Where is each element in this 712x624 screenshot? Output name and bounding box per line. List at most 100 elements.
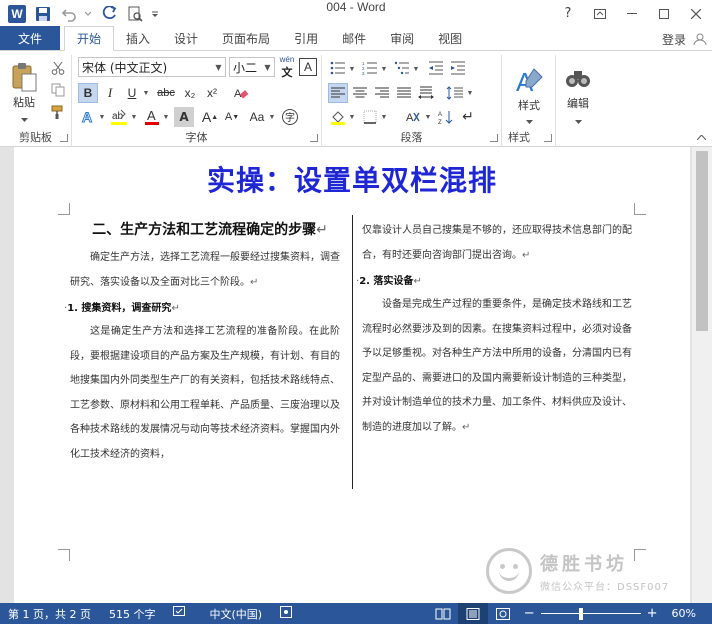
underline-dropdown-icon[interactable]: ▼ — [142, 87, 150, 99]
increase-indent-icon[interactable] — [448, 59, 468, 77]
sort-icon[interactable]: AZ — [436, 107, 456, 127]
tab-page-layout[interactable]: 页面布局 — [210, 26, 282, 50]
zoom-out-button[interactable]: − — [524, 606, 535, 621]
redo-icon[interactable] — [98, 3, 120, 25]
subscript-button[interactable]: x₂ — [180, 83, 200, 103]
styles-button[interactable]: A 样式 — [506, 59, 552, 119]
undo-icon[interactable] — [58, 3, 80, 25]
clear-formatting-icon[interactable]: A — [230, 83, 252, 103]
line-spacing-icon[interactable] — [444, 83, 466, 103]
align-center-icon[interactable] — [350, 83, 370, 103]
italic-button[interactable]: I — [100, 83, 120, 103]
macro-icon[interactable] — [280, 606, 293, 621]
show-marks-icon[interactable]: ↵ — [458, 107, 478, 127]
help-icon[interactable]: ? — [552, 0, 584, 27]
superscript-button[interactable]: x² — [202, 83, 222, 103]
change-case-dropdown-icon[interactable]: ▼ — [268, 111, 276, 123]
collapse-ribbon-icon[interactable] — [694, 132, 708, 142]
document-page[interactable]: 实操：设置单双栏混排 二、生产方法和工艺流程确定的步骤↵ 确定生产方法，选择工艺… — [14, 147, 690, 603]
line-spacing-dropdown-icon[interactable]: ▼ — [466, 87, 474, 99]
paste-dropdown-icon[interactable] — [18, 115, 30, 125]
align-right-icon[interactable] — [372, 83, 392, 103]
zoom-slider[interactable] — [540, 607, 641, 620]
language-status[interactable]: 中文(中国) — [209, 606, 262, 622]
strikethrough-button[interactable]: abc — [154, 83, 178, 103]
account-icon[interactable] — [692, 32, 708, 46]
chinese-layout-dropdown-icon[interactable]: ▼ — [424, 111, 432, 123]
multilevel-dropdown-icon[interactable]: ▼ — [412, 63, 420, 75]
bullets-icon[interactable] — [328, 59, 348, 77]
ribbon-display-icon[interactable] — [584, 0, 616, 27]
zoom-level[interactable]: 60% — [672, 607, 696, 620]
print-preview-icon[interactable] — [124, 3, 146, 25]
chinese-layout-icon[interactable]: A — [402, 107, 424, 127]
zoom-slider-thumb[interactable] — [578, 607, 583, 620]
customize-qat-icon[interactable] — [150, 3, 160, 25]
cut-icon[interactable] — [48, 59, 68, 77]
shading-icon[interactable] — [328, 107, 348, 127]
styles-dropdown-icon[interactable] — [523, 117, 535, 127]
page-count[interactable]: 第 1 页，共 2 页 — [8, 606, 91, 622]
font-launcher-icon[interactable] — [310, 134, 318, 142]
char-border-button[interactable]: A — [299, 58, 317, 76]
bullets-dropdown-icon[interactable]: ▼ — [348, 63, 356, 75]
shading-dropdown-icon[interactable]: ▼ — [348, 111, 356, 123]
login-link[interactable]: 登录 — [662, 27, 686, 51]
close-icon[interactable] — [680, 0, 712, 27]
tab-insert[interactable]: 插入 — [114, 26, 162, 50]
font-color-icon[interactable]: A — [142, 107, 162, 127]
word-count[interactable]: 515 个字 — [109, 606, 156, 622]
format-painter-icon[interactable] — [48, 103, 68, 121]
tab-references[interactable]: 引用 — [282, 26, 330, 50]
paste-button[interactable]: 粘贴 — [4, 57, 44, 115]
font-color-dropdown-icon[interactable]: ▼ — [162, 111, 170, 123]
zoom-in-button[interactable]: + — [647, 606, 658, 621]
highlight-icon[interactable]: ab — [108, 107, 130, 127]
clipboard-launcher-icon[interactable] — [60, 134, 68, 142]
font-size-select[interactable]: 小二 ▼ — [229, 57, 275, 77]
tab-view[interactable]: 视图 — [426, 26, 474, 50]
numbering-icon[interactable]: 123 — [360, 59, 380, 77]
tab-review[interactable]: 审阅 — [378, 26, 426, 50]
editing-button[interactable]: 编辑 — [558, 59, 598, 119]
justify-icon[interactable] — [394, 83, 414, 103]
web-layout-icon[interactable] — [488, 607, 518, 620]
change-case-button[interactable]: Aa — [246, 107, 268, 127]
save-icon[interactable] — [32, 3, 54, 25]
enclose-char-icon[interactable]: 字 — [280, 107, 300, 127]
font-name-select[interactable]: 宋体 (中文正文) ▼ — [78, 57, 226, 77]
borders-dropdown-icon[interactable]: ▼ — [380, 111, 388, 123]
decrease-indent-icon[interactable] — [426, 59, 446, 77]
tab-file[interactable]: 文件 — [0, 26, 60, 50]
editing-dropdown-icon[interactable] — [572, 117, 584, 127]
text-effects-dropdown-icon[interactable]: ▼ — [98, 111, 106, 123]
word-app-icon[interactable]: W — [6, 3, 28, 25]
proofing-icon[interactable] — [173, 606, 187, 621]
distributed-icon[interactable] — [416, 83, 436, 103]
underline-button[interactable]: U — [122, 83, 142, 103]
borders-icon[interactable] — [360, 107, 380, 127]
tab-home[interactable]: 开始 — [64, 26, 115, 51]
multilevel-list-icon[interactable] — [392, 59, 412, 77]
scroll-thumb[interactable] — [696, 151, 708, 331]
align-left-icon[interactable] — [328, 83, 348, 103]
text-effects-icon[interactable]: A — [78, 107, 98, 127]
numbering-dropdown-icon[interactable]: ▼ — [380, 63, 388, 75]
paragraph-launcher-icon[interactable] — [490, 134, 498, 142]
char-shading-icon[interactable]: A — [174, 107, 194, 127]
vertical-scrollbar[interactable] — [692, 147, 712, 603]
styles-launcher-icon[interactable] — [544, 134, 552, 142]
grow-font-button[interactable]: A ▲ — [200, 107, 220, 127]
read-mode-icon[interactable] — [428, 608, 458, 620]
minimize-icon[interactable] — [616, 0, 648, 27]
print-layout-icon[interactable] — [457, 603, 488, 624]
copy-icon[interactable] — [48, 81, 68, 99]
pinyin-guide-button[interactable]: wén 文 — [277, 55, 297, 79]
bold-button[interactable]: B — [78, 83, 98, 103]
shrink-font-button[interactable]: A ▼ — [222, 107, 242, 127]
tab-mailings[interactable]: 邮件 — [330, 26, 378, 50]
maximize-icon[interactable] — [648, 0, 680, 27]
undo-dropdown-icon[interactable] — [84, 3, 92, 25]
tab-design[interactable]: 设计 — [162, 26, 210, 50]
highlight-dropdown-icon[interactable]: ▼ — [130, 111, 138, 123]
